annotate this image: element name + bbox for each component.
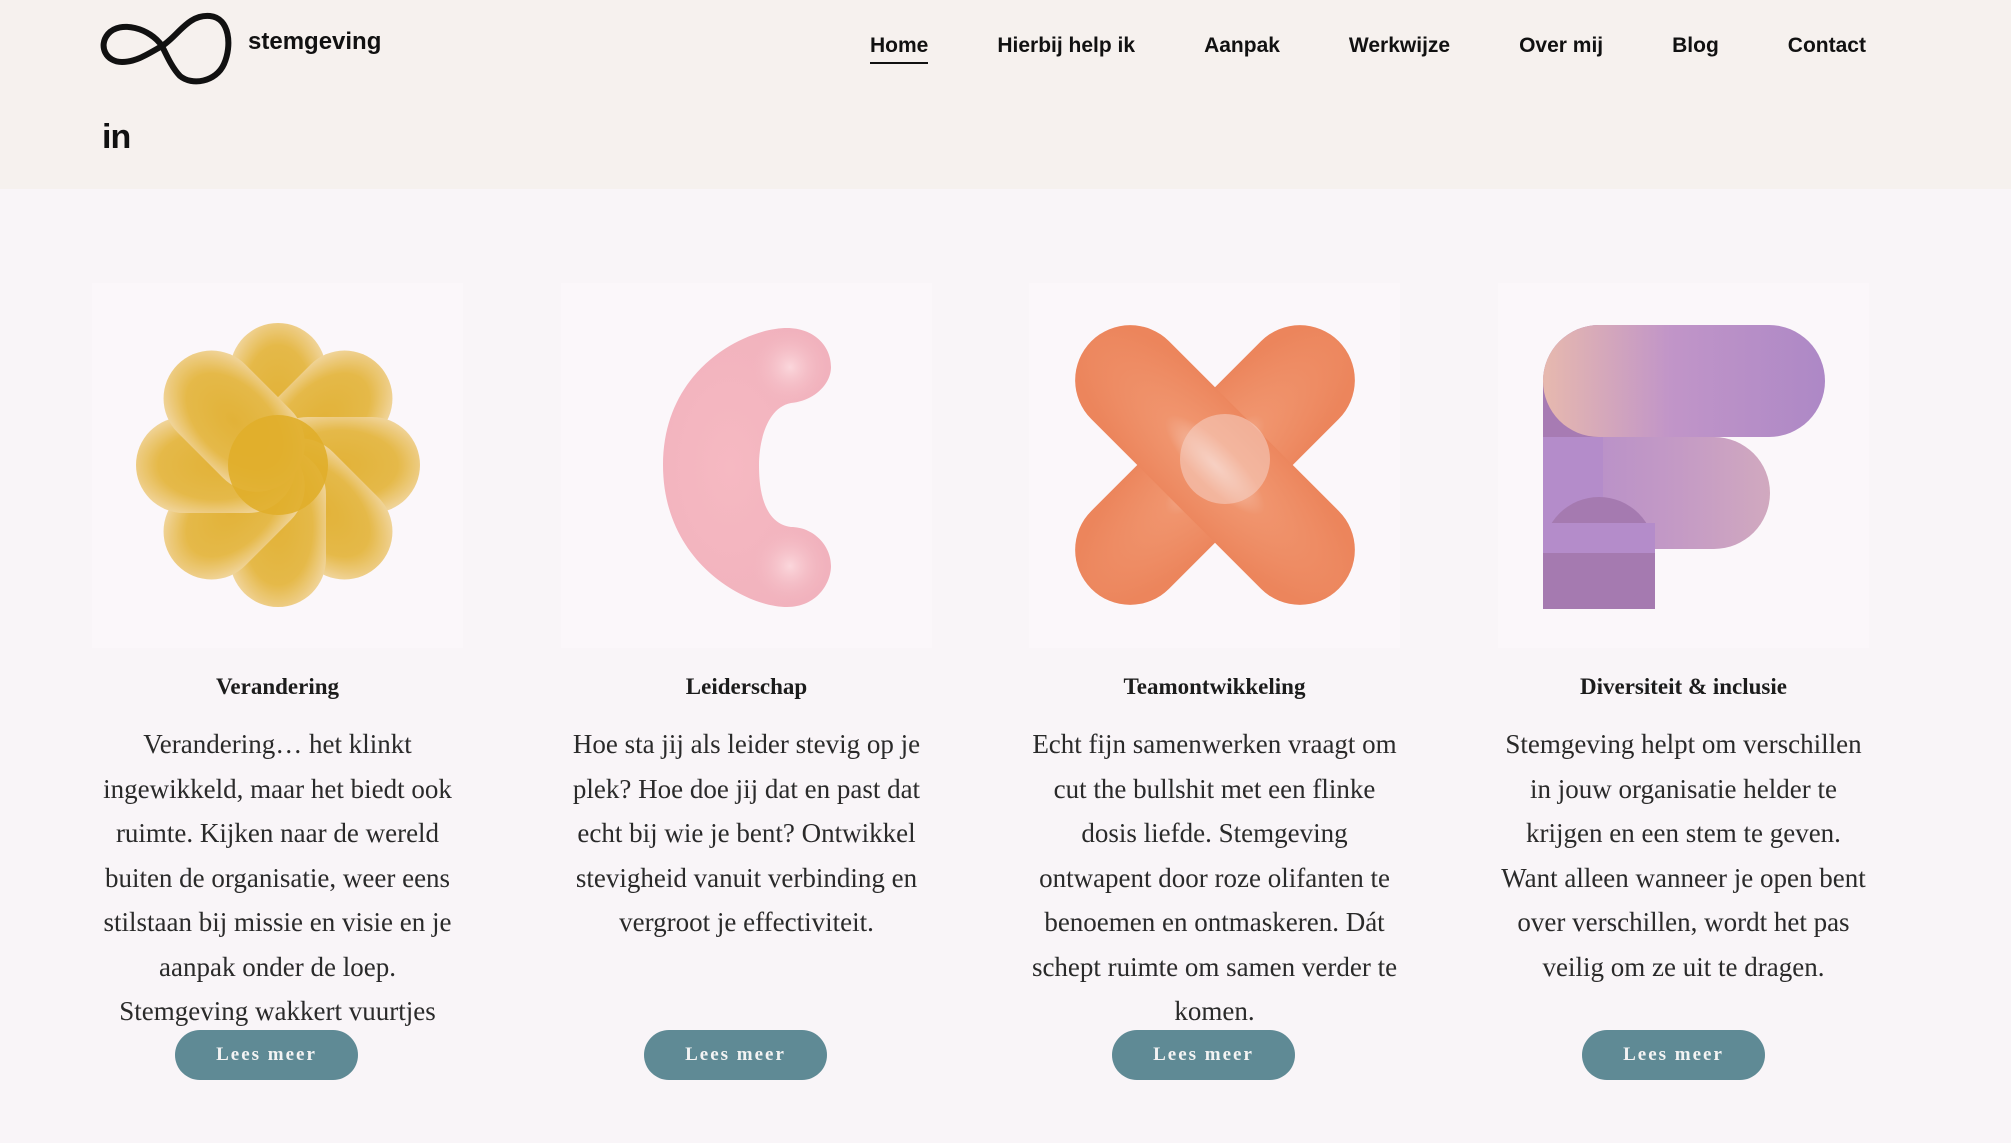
card-title: Verandering	[215, 674, 340, 699]
cross-icon	[1075, 325, 1355, 605]
nav-home[interactable]: Home	[870, 34, 929, 64]
card-image	[92, 283, 463, 648]
card-title: Teamontwikkeling	[1123, 674, 1306, 699]
crescent-icon	[663, 328, 831, 607]
nav-contact[interactable]: Contact	[1788, 34, 1866, 64]
brand-name: stemgeving	[248, 28, 382, 55]
card-text: Echt fijn samenwerken vraagt om cut the …	[1031, 729, 1398, 1026]
card-title: Leiderschap	[685, 674, 808, 699]
infinity-icon	[100, 12, 232, 85]
card-title: Diversiteit & inclusie	[1580, 674, 1787, 699]
card-text: Stemgeving helpt om verschillen in jouw …	[1501, 729, 1866, 982]
lees-meer-button-verandering[interactable]: Lees meer	[175, 1030, 358, 1080]
letter-f-icon	[1543, 325, 1825, 609]
flower-icon	[136, 323, 420, 607]
lees-meer-button-leiderschap[interactable]: Lees meer	[644, 1030, 827, 1080]
main-nav: Home Hierbij help ik Aanpak Werkwijze Ov…	[870, 34, 1866, 64]
card-image	[1498, 283, 1869, 648]
logo[interactable]: stemgeving	[92, 6, 381, 86]
lees-meer-button-diversiteit-inclusie[interactable]: Lees meer	[1582, 1030, 1765, 1080]
card-image	[1029, 283, 1400, 648]
card-diversiteit-inclusie: Diversiteit & inclusie Stemgeving helpt …	[1498, 283, 1869, 989]
card-leiderschap: Leiderschap Hoe sta jij als leider stevi…	[561, 283, 932, 945]
linkedin-icon[interactable]: in	[102, 120, 131, 154]
card-verandering: Verandering Verandering… het klinkt inge…	[92, 283, 463, 1078]
card-text: Verandering… het klinkt ingewikkeld, maa…	[103, 729, 452, 1071]
nav-blog[interactable]: Blog	[1672, 34, 1719, 64]
site-header: stemgeving in Home Hierbij help ik Aanpa…	[0, 0, 2011, 189]
nav-aanpak[interactable]: Aanpak	[1204, 34, 1280, 64]
lees-meer-button-teamontwikkeling[interactable]: Lees meer	[1112, 1030, 1295, 1080]
card-image	[561, 283, 932, 648]
card-teamontwikkeling: Teamontwikkeling Echt fijn samenwerken v…	[1029, 283, 1400, 1034]
nav-over-mij[interactable]: Over mij	[1519, 34, 1603, 64]
nav-werkwijze[interactable]: Werkwijze	[1349, 34, 1450, 64]
nav-hierbij-help-ik[interactable]: Hierbij help ik	[997, 34, 1135, 64]
card-text: Hoe sta jij als leider stevig op je plek…	[572, 729, 921, 937]
